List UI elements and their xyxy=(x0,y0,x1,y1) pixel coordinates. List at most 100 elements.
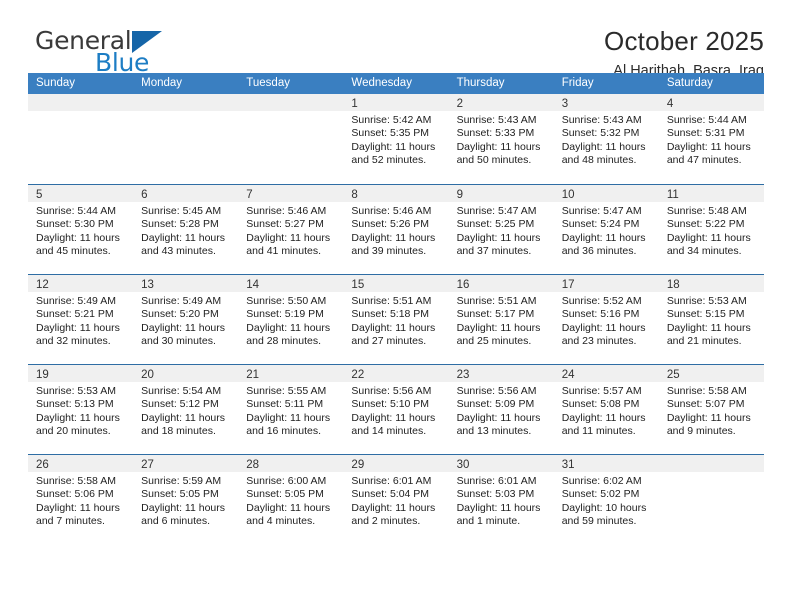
sunrise-text: Sunrise: 5:48 AM xyxy=(666,205,747,217)
calendar-day-cell[interactable]: 27 Sunrise: 5:59 AM Sunset: 5:05 PM Dayligh… xyxy=(133,455,239,544)
calendar-day-cell[interactable]: 22 Sunrise: 5:56 AM Sunset: 5:10 PM Dayligh… xyxy=(343,365,449,454)
daylight-text-line2: and 16 minutes. xyxy=(246,425,321,438)
day-sun-info: Sunrise: 5:46 AM Sunset: 5:27 PM Daylight:… xyxy=(238,202,343,259)
calendar-day-cell[interactable]: 4 Sunrise: 5:44 AM Sunset: 5:31 PM Daylight… xyxy=(658,94,764,184)
weekday-header-row: Sunday Monday Tuesday Wednesday Thursday… xyxy=(28,73,764,94)
calendar-day-cell[interactable]: 29 Sunrise: 6:01 AM Sunset: 5:04 PM Dayligh… xyxy=(343,455,449,544)
daylight-text-line2: and 34 minutes. xyxy=(666,245,742,258)
calendar-day-cell[interactable]: 26 Sunrise: 5:58 AM Sunset: 5:06 PM Dayligh… xyxy=(28,455,134,544)
day-number-band xyxy=(133,94,239,111)
calendar-day-cell[interactable]: 19 Sunrise: 5:53 AM Sunset: 5:13 PM Dayligh… xyxy=(28,365,134,454)
calendar-day-cell[interactable]: 1 Sunrise: 5:42 AM Sunset: 5:35 PM Daylight… xyxy=(343,94,449,184)
daylight-text-line1: Daylight: 11 hours xyxy=(561,321,646,334)
day-sun-info: Sunrise: 5:55 AM Sunset: 5:11 PM Daylight:… xyxy=(238,382,343,439)
calendar-day-cell[interactable]: 6 Sunrise: 5:45 AM Sunset: 5:28 PM Daylight… xyxy=(133,185,239,274)
sunset-text: Sunset: 5:17 PM xyxy=(456,308,535,321)
calendar-day-cell[interactable]: 20 Sunrise: 5:54 AM Sunset: 5:12 PM Dayligh… xyxy=(133,365,239,454)
sunrise-text: Sunrise: 5:46 AM xyxy=(246,205,327,217)
calendar-day-cell[interactable]: 9 Sunrise: 5:47 AM Sunset: 5:25 PM Daylight… xyxy=(448,185,554,274)
daylight-text-line1: Daylight: 11 hours xyxy=(351,140,436,153)
calendar-day-cell[interactable]: 14 Sunrise: 5:50 AM Sunset: 5:19 PM Dayligh… xyxy=(238,275,344,364)
daylight-text-line2: and 20 minutes. xyxy=(36,425,111,438)
day-number-band: 3 xyxy=(553,94,659,111)
day-number-band xyxy=(658,455,764,472)
calendar-day-cell[interactable]: 11 Sunrise: 5:48 AM Sunset: 5:22 PM Dayligh… xyxy=(658,185,764,274)
calendar-day-cell[interactable]: 21 Sunrise: 5:55 AM Sunset: 5:11 PM Dayligh… xyxy=(238,365,344,454)
sunrise-text: Sunrise: 5:46 AM xyxy=(351,205,432,217)
sunset-text: Sunset: 5:03 PM xyxy=(456,488,535,501)
day-sun-info: Sunrise: 5:53 AM Sunset: 5:15 PM Daylight:… xyxy=(659,292,764,349)
daylight-text-line2: and 39 minutes. xyxy=(351,245,427,258)
calendar-day-cell[interactable]: 30 Sunrise: 6:01 AM Sunset: 5:03 PM Dayligh… xyxy=(448,455,554,544)
sunset-text: Sunset: 5:27 PM xyxy=(246,218,324,231)
calendar-day-cell[interactable]: 24 Sunrise: 5:57 AM Sunset: 5:08 PM Dayligh… xyxy=(553,365,659,454)
calendar-day-cell[interactable]: 12 Sunrise: 5:49 AM Sunset: 5:21 PM Dayligh… xyxy=(28,275,134,364)
day-sun-info: Sunrise: 5:58 AM Sunset: 5:06 PM Daylight:… xyxy=(28,472,133,529)
daylight-text-line1: Daylight: 11 hours xyxy=(141,411,225,424)
calendar-day-cell[interactable]: 25 Sunrise: 5:58 AM Sunset: 5:07 PM Dayligh… xyxy=(658,365,764,454)
daylight-text-line2: and 11 minutes. xyxy=(561,425,636,438)
day-sun-info: Sunrise: 5:49 AM Sunset: 5:20 PM Daylight:… xyxy=(133,292,238,349)
day-sun-info: Sunrise: 5:44 AM Sunset: 5:31 PM Daylight:… xyxy=(659,111,764,168)
day-number: 12 xyxy=(36,279,49,291)
sunset-text: Sunset: 5:21 PM xyxy=(36,308,114,321)
day-number: 15 xyxy=(351,279,365,291)
daylight-text-line2: and 13 minutes. xyxy=(456,425,532,438)
calendar-day-cell-empty xyxy=(28,94,134,184)
day-number: 24 xyxy=(561,369,575,381)
sunset-text: Sunset: 5:02 PM xyxy=(561,488,640,501)
daylight-text-line2: and 32 minutes. xyxy=(36,335,111,348)
day-number-band: 25 xyxy=(658,365,764,382)
calendar-day-cell[interactable]: 8 Sunrise: 5:46 AM Sunset: 5:26 PM Daylight… xyxy=(343,185,449,274)
day-number: 16 xyxy=(456,279,470,291)
sunset-text: Sunset: 5:20 PM xyxy=(141,308,219,321)
sunrise-text: Sunrise: 5:51 AM xyxy=(456,295,537,307)
day-sun-info: Sunrise: 5:47 AM Sunset: 5:25 PM Daylight:… xyxy=(449,202,554,259)
calendar-day-cell[interactable]: 10 Sunrise: 5:47 AM Sunset: 5:24 PM Dayligh… xyxy=(553,185,659,274)
calendar-day-cell[interactable]: 5 Sunrise: 5:44 AM Sunset: 5:30 PM Daylight… xyxy=(28,185,134,274)
calendar-day-cell[interactable]: 23 Sunrise: 5:56 AM Sunset: 5:09 PM Dayligh… xyxy=(448,365,554,454)
day-number: 4 xyxy=(666,98,674,110)
sunset-text: Sunset: 5:30 PM xyxy=(36,218,114,231)
day-number-band: 16 xyxy=(448,275,554,292)
calendar-day-cell[interactable]: 13 Sunrise: 5:49 AM Sunset: 5:20 PM Dayligh… xyxy=(133,275,239,364)
daylight-text-line2: and 25 minutes. xyxy=(456,335,532,348)
calendar-day-cell[interactable]: 15 Sunrise: 5:51 AM Sunset: 5:18 PM Dayligh… xyxy=(343,275,449,364)
calendar-week-row: 26 Sunrise: 5:58 AM Sunset: 5:06 PM Dayligh… xyxy=(28,454,764,544)
daylight-text-line1: Daylight: 11 hours xyxy=(351,321,436,334)
calendar-day-cell[interactable]: 7 Sunrise: 5:46 AM Sunset: 5:27 PM Daylight… xyxy=(238,185,344,274)
daylight-text-line2: and 18 minutes. xyxy=(141,425,216,438)
sunset-text: Sunset: 5:11 PM xyxy=(246,398,324,411)
sunset-text: Sunset: 5:13 PM xyxy=(36,398,114,411)
calendar-day-cell[interactable]: 18 Sunrise: 5:53 AM Sunset: 5:15 PM Dayligh… xyxy=(658,275,764,364)
calendar-day-cell[interactable]: 28 Sunrise: 6:00 AM Sunset: 5:05 PM Dayligh… xyxy=(238,455,344,544)
day-number: 26 xyxy=(36,459,49,471)
calendar-day-cell[interactable]: 17 Sunrise: 5:52 AM Sunset: 5:16 PM Dayligh… xyxy=(553,275,659,364)
daylight-text-line2: and 4 minutes. xyxy=(246,515,316,528)
daylight-text-line2: and 21 minutes. xyxy=(666,335,742,348)
calendar-day-cell[interactable]: 3 Sunrise: 5:43 AM Sunset: 5:32 PM Daylight… xyxy=(553,94,659,184)
calendar-day-cell[interactable]: 16 Sunrise: 5:51 AM Sunset: 5:17 PM Dayligh… xyxy=(448,275,554,364)
sunset-text: Sunset: 5:06 PM xyxy=(36,488,114,501)
sunset-text: Sunset: 5:19 PM xyxy=(246,308,324,321)
sunset-text: Sunset: 5:08 PM xyxy=(561,398,640,411)
daylight-text-line2: and 50 minutes. xyxy=(456,154,532,167)
sunrise-text: Sunrise: 5:54 AM xyxy=(141,385,222,397)
daylight-text-line2: and 41 minutes. xyxy=(246,245,321,258)
sunrise-text: Sunrise: 5:56 AM xyxy=(456,385,537,397)
calendar-week-row: 19 Sunrise: 5:53 AM Sunset: 5:13 PM Dayligh… xyxy=(28,364,764,454)
daylight-text-line2: and 36 minutes. xyxy=(561,245,637,258)
sunrise-text: Sunrise: 6:01 AM xyxy=(456,475,537,487)
sunset-text: Sunset: 5:05 PM xyxy=(141,488,219,501)
sunset-text: Sunset: 5:22 PM xyxy=(666,218,745,231)
day-number: 2 xyxy=(456,98,463,110)
day-sun-info: Sunrise: 5:53 AM Sunset: 5:13 PM Daylight:… xyxy=(28,382,133,439)
day-number-band: 19 xyxy=(28,365,134,382)
daylight-text-line2: and 47 minutes. xyxy=(666,154,742,167)
day-number-band: 14 xyxy=(238,275,344,292)
calendar-day-cell[interactable]: 31 Sunrise: 6:02 AM Sunset: 5:02 PM Dayligh… xyxy=(553,455,659,544)
calendar-day-cell[interactable]: 2 Sunrise: 5:43 AM Sunset: 5:33 PM Daylight… xyxy=(448,94,554,184)
day-number-band: 31 xyxy=(553,455,659,472)
day-number: 23 xyxy=(456,369,470,381)
sunset-text: Sunset: 5:05 PM xyxy=(246,488,324,501)
